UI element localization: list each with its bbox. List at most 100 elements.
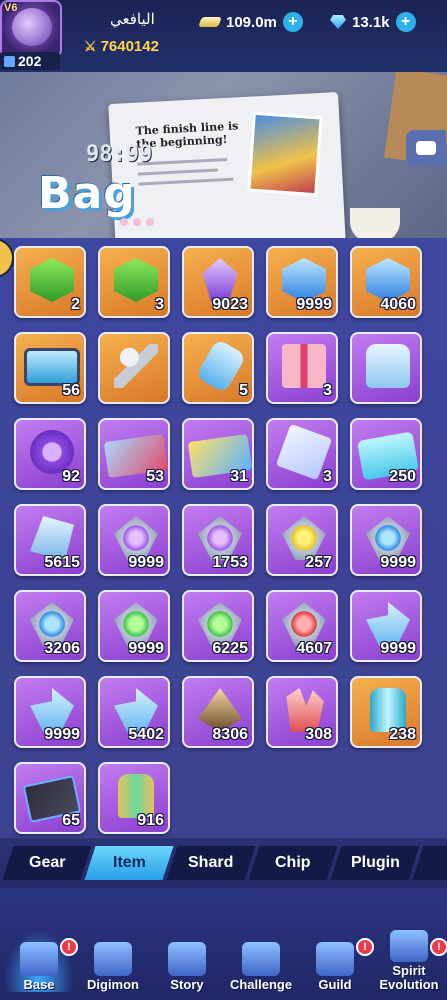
item-quantity: 308 [305,726,332,743]
inventory-item-slot[interactable]: 308 [266,676,338,748]
item-quantity: 238 [389,726,416,743]
gold-bar-icon [198,17,222,27]
item-quantity: 5402 [128,726,164,743]
item-quantity: 5615 [44,554,80,571]
inventory-panel: 2 3 9023 9999 4060 56 5 3 92 53 31 3 250 5615 9999 1753… [0,238,447,838]
item-quantity: 5 [239,382,248,399]
nav-challenge[interactable]: Challenge [226,930,296,992]
tab-plugin[interactable]: Plugin [330,846,420,880]
top-bar: V6 202 اليافعي ⚔ 7640142 109.0m + 13.1k … [0,0,447,72]
inventory-item-slot[interactable]: 53 [98,418,170,490]
bottom-navigation: Base! Digimon Story Challenge Guild! Spirit E… [0,888,447,1000]
dot [133,218,141,226]
chat-button[interactable] [406,130,446,166]
inventory-item-slot[interactable]: 5615 [14,504,86,576]
page-title: Bag [38,168,136,219]
item-quantity: 31 [230,468,248,485]
battle-power-value: 7640142 [100,38,159,55]
inventory-item-slot[interactable]: 238 [350,676,422,748]
inventory-item-slot[interactable]: 9999 [14,676,86,748]
level-icon [4,55,15,67]
item-quantity: 56 [62,382,80,399]
item-quantity: 2 [71,296,80,313]
story-icon [168,942,206,976]
inventory-item-slot[interactable]: 916 [98,762,170,834]
item-quantity: 65 [62,812,80,829]
inventory-item-slot[interactable]: 250 [350,418,422,490]
chat-bubble-icon [416,141,436,155]
inventory-item-slot[interactable]: 9999 [350,590,422,662]
player-avatar[interactable]: V6 [0,0,62,58]
vip-badge: V6 [4,2,18,14]
category-tabs: GearItemShardChipPluginDi [0,838,447,888]
inventory-item-slot[interactable]: 5402 [98,676,170,748]
nav-label: Guild [318,977,352,992]
item-quantity: 53 [146,468,164,485]
item-quantity: 9999 [128,554,164,571]
inventory-item-slot[interactable]: 4607 [266,590,338,662]
inventory-item-slot[interactable]: 9999 [98,590,170,662]
inventory-item-slot[interactable]: 3 [98,246,170,318]
inventory-item-slot[interactable]: 9999 [98,504,170,576]
nav-label: Challenge [229,977,293,992]
item-quantity: 6225 [212,640,248,657]
tab-gear[interactable]: Gear [2,846,92,880]
guild-icon [316,942,354,976]
item-quantity: 3 [323,382,332,399]
green-hex-chip-icon [114,258,158,302]
dot [120,218,128,226]
item-quantity: 4060 [380,296,416,313]
decor-dots [120,218,154,226]
inventory-item-slot[interactable]: 3 [266,332,338,404]
inventory-item-slot[interactable]: 5 [182,332,254,404]
newspaper-line [138,177,234,186]
gem-amount: 13.1k [352,13,390,31]
inventory-item-slot[interactable]: 3 [266,418,338,490]
base-icon [20,942,58,976]
item-quantity: 9999 [380,640,416,657]
player-level: 202 [0,52,60,70]
item-quantity: 916 [137,812,164,829]
item-quantity: 257 [305,554,332,571]
item-grid: 2 3 9023 9999 4060 56 5 3 92 53 31 3 250 5615 9999 1753… [14,246,422,834]
inventory-item-slot[interactable]: 65 [14,762,86,834]
photo-art [247,111,323,197]
inventory-item-slot[interactable]: 9999 [266,246,338,318]
gem-currency: 13.1k + [330,10,416,34]
tab-chip[interactable]: Chip [248,846,338,880]
tab-item[interactable]: Item [84,846,174,880]
tab-label: Item [112,854,146,871]
inventory-item-slot[interactable]: 3206 [14,590,86,662]
inventory-item-slot[interactable]: 6225 [182,590,254,662]
nav-story[interactable]: Story [152,930,222,992]
fish-pouch-icon [366,344,410,388]
keys-icon [114,344,158,388]
inventory-item-slot[interactable] [98,332,170,404]
nav-label: Spirit Evolution [379,963,439,992]
inventory-item-slot[interactable]: 2 [14,246,86,318]
digital-clock: 98:99 [86,142,153,167]
nav-digimon[interactable]: Digimon [78,930,148,992]
item-quantity: 3206 [44,640,80,657]
inventory-item-slot[interactable]: 257 [266,504,338,576]
inventory-item-slot[interactable]: 56 [14,332,86,404]
add-gems-button[interactable]: + [395,12,416,32]
nav-label: Base [23,977,55,992]
gift-box-icon [282,344,326,388]
inventory-item-slot[interactable]: 9023 [182,246,254,318]
alert-badge: ! [60,938,78,956]
inventory-item-slot[interactable] [350,332,422,404]
inventory-item-slot[interactable]: 1753 [182,504,254,576]
inventory-item-slot[interactable]: 8306 [182,676,254,748]
coffee-cup-art [350,208,400,238]
inventory-item-slot[interactable]: 9999 [350,504,422,576]
add-gold-button[interactable]: + [282,12,303,32]
tab-shard[interactable]: Shard [166,846,256,880]
spirit-evolution-icon [390,930,428,962]
tab-label: Plugin [350,854,400,871]
item-quantity: 250 [389,468,416,485]
inventory-item-slot[interactable]: 4060 [350,246,422,318]
inventory-item-slot[interactable]: 92 [14,418,86,490]
item-quantity: 92 [62,468,80,485]
inventory-item-slot[interactable]: 31 [182,418,254,490]
